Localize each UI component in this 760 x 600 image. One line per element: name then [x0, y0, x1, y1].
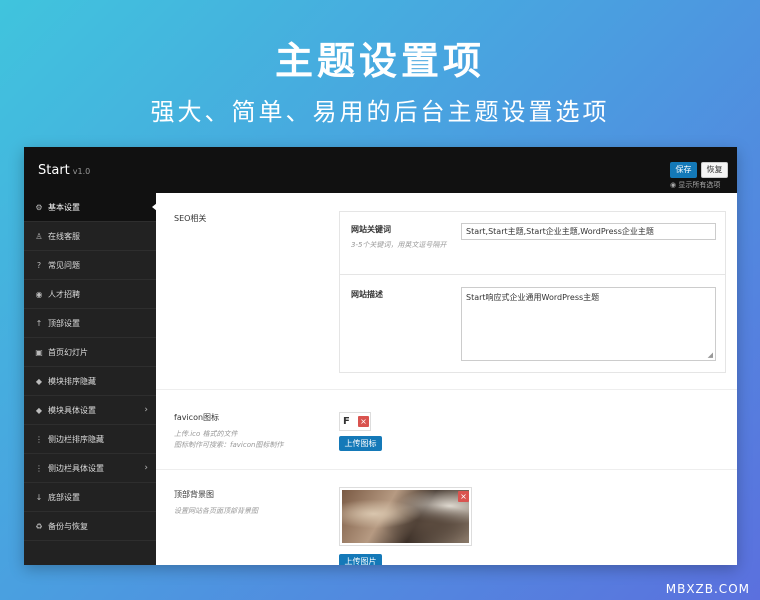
upload-icon-button[interactable]: 上传图标 [339, 436, 382, 451]
sidebar-item-sidebar-settings[interactable]: ⋮ 侧边栏具体设置 › [24, 454, 156, 483]
favicon-f-icon: F [343, 416, 350, 427]
watermark: MBXZB.COM [665, 582, 750, 596]
sidebar-item-label: 常见问题 [48, 261, 80, 270]
save-button[interactable]: 保存 [670, 162, 697, 178]
chevron-right-icon: › [144, 463, 148, 473]
sidebar-item-sidebar-order[interactable]: ⋮ 侧边栏排序隐藏 [24, 425, 156, 454]
description-value: Start响应式企业通用WordPress主题 [466, 293, 600, 302]
sidebar-item-label: 备份与恢复 [48, 522, 88, 531]
sidebar-item-backup-restore[interactable]: ♻ 备份与恢复 [24, 512, 156, 541]
keywords-input[interactable]: Start,Start主题,Start企业主题,WordPress企业主题 [461, 223, 716, 240]
brand-name: Start [38, 163, 70, 178]
sidebar-item-top-settings[interactable]: ↑ 顶部设置 [24, 309, 156, 338]
sidebar-item-label: 基本设置 [48, 203, 80, 212]
sidebar-item-label: 模块排序隐藏 [48, 377, 96, 386]
sidebar-item-footer-settings[interactable]: ↓ 底部设置 [24, 483, 156, 512]
sidebar-item-basic-settings[interactable]: ⚙ 基本设置 [24, 193, 157, 222]
cube-icon: ◆ [35, 377, 43, 386]
top-bg-label: 顶部背景图 [174, 490, 214, 499]
description-label: 网站描述 [351, 290, 383, 299]
eye-icon: ◉ [670, 181, 677, 189]
sidebar-item-recruitment[interactable]: ◉ 人才招聘 [24, 280, 156, 309]
arrow-up-icon: ↑ [35, 319, 43, 328]
eye-icon: ◉ [35, 290, 43, 299]
top-bar: Start v1.0 保存 恢复 ◉ 显示所有选项 [24, 147, 737, 193]
top-bg-desc: 设置网站各页面顶部背景图 [174, 507, 258, 515]
hero-subtitle: 强大、简单、易用的后台主题设置选项 [150, 98, 610, 126]
vertical-bar-icon: ⋮ [35, 435, 43, 444]
favicon-label: favicon图标 [174, 413, 220, 422]
top-bg-preview: × [339, 487, 472, 546]
arrow-down-icon: ↓ [35, 493, 43, 502]
remove-favicon-icon[interactable]: × [358, 416, 369, 427]
sidebar-item-label: 模块具体设置 [48, 406, 96, 415]
keywords-label: 网站关键词 [351, 225, 391, 234]
remove-image-icon[interactable]: × [458, 491, 469, 502]
image-icon: ▣ [35, 348, 43, 357]
upload-image-button[interactable]: 上传图片 [339, 554, 382, 565]
background-photo [342, 490, 469, 543]
sidebar-item-label: 顶部设置 [48, 319, 80, 328]
sidebar-item-label: 侧边栏排序隐藏 [48, 435, 104, 444]
sidebar-item-module-order[interactable]: ◆ 模块排序隐藏 [24, 367, 156, 396]
vertical-bar-icon: ⋮ [35, 464, 43, 473]
description-textarea[interactable]: Start响应式企业通用WordPress主题 ◢ [461, 287, 716, 361]
sidebar-item-label: 侧边栏具体设置 [48, 464, 104, 473]
hero-title: 主题设置项 [274, 39, 485, 83]
divider [156, 389, 737, 390]
sidebar: ⚙ 基本设置 ♙ 在线客服 ? 常见问题 ◉ 人才招聘 ↑ 顶部设置 ▣ 首页幻灯片 ◆ 模块… [24, 193, 157, 565]
sidebar-item-module-settings[interactable]: ◆ 模块具体设置 › [24, 396, 156, 425]
sidebar-item-online-service[interactable]: ♙ 在线客服 [24, 222, 156, 251]
favicon-preview: F × [339, 412, 371, 431]
cube-icon: ◆ [35, 406, 43, 415]
divider [340, 274, 725, 275]
sidebar-item-faq[interactable]: ? 常见问题 [24, 251, 156, 280]
sidebar-item-label: 首页幻灯片 [48, 348, 88, 357]
keywords-desc: 3-5个关键词，用英文逗号隔开 [351, 241, 447, 249]
restore-button[interactable]: 恢复 [701, 162, 728, 178]
recycle-icon: ♻ [35, 522, 43, 531]
sidebar-item-label: 在线客服 [48, 232, 80, 241]
sidebar-item-label: 底部设置 [48, 493, 80, 502]
show-all-label: 显示所有选项 [678, 181, 721, 189]
question-icon: ? [36, 261, 42, 270]
resize-handle-icon[interactable]: ◢ [708, 351, 713, 359]
main-content: SEO相关 网站关键词 3-5个关键词，用英文逗号隔开 Start,Start主… [156, 193, 737, 565]
brand: Start v1.0 [38, 163, 90, 178]
divider [156, 469, 737, 470]
sidebar-item-label: 人才招聘 [48, 290, 80, 299]
sidebar-item-home-slider[interactable]: ▣ 首页幻灯片 [24, 338, 156, 367]
seo-section-label: SEO相关 [174, 214, 207, 223]
gear-icon: ⚙ [35, 203, 43, 212]
favicon-desc-line2: 图标制作可搜索：favicon图标制作 [174, 441, 284, 449]
chevron-right-icon: › [144, 405, 148, 415]
show-all-options-link[interactable]: ◉ 显示所有选项 [670, 180, 720, 190]
seo-fields-box: 网站关键词 3-5个关键词，用英文逗号隔开 Start,Start主题,Star… [339, 211, 726, 373]
brand-version: v1.0 [72, 167, 91, 176]
admin-window: Start v1.0 保存 恢复 ◉ 显示所有选项 ⚙ 基本设置 ♙ 在线客服 ? 常见… [24, 147, 737, 565]
user-icon: ♙ [35, 232, 43, 241]
favicon-desc-line1: 上传.ico 格式的文件 [174, 430, 238, 438]
